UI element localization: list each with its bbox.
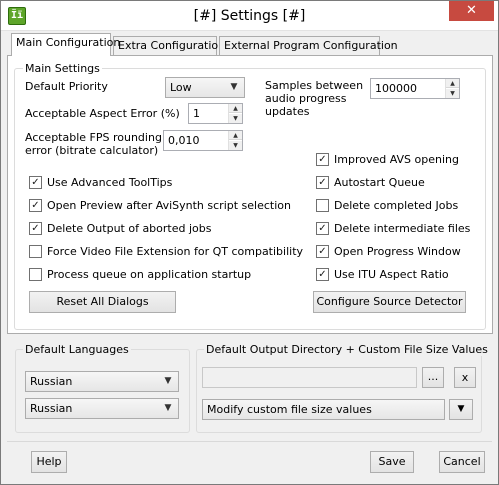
default-priority-value: Low bbox=[170, 81, 192, 94]
check-icon[interactable]: ✓ bbox=[316, 245, 329, 258]
file-size-dropdown-button[interactable]: ▼ bbox=[449, 399, 473, 420]
aspect-error-spinner-buttons: ▲ ▼ bbox=[228, 104, 242, 123]
check-icon[interactable]: ✓ bbox=[316, 222, 329, 235]
fps-rounding-spinner-buttons: ▲ ▼ bbox=[228, 131, 242, 150]
help-button[interactable]: Help bbox=[31, 451, 67, 473]
samples-spinner[interactable]: 100000 ▲ ▼ bbox=[370, 78, 460, 99]
checkbox-label: Process queue on application startup bbox=[47, 268, 252, 281]
checkbox-label: Autostart Queue bbox=[334, 176, 425, 189]
check-icon[interactable]: ✓ bbox=[29, 199, 42, 212]
check-icon[interactable]: ✓ bbox=[316, 268, 329, 281]
default-language-2-select[interactable]: Russian ▼ bbox=[25, 398, 179, 419]
custom-file-size-value: Modify custom file size values bbox=[207, 403, 372, 416]
default-language-1-value: Russian bbox=[30, 375, 73, 388]
browse-button[interactable]: ... bbox=[422, 367, 444, 388]
checkbox-label: Delete intermediate files bbox=[334, 222, 471, 235]
footer-divider bbox=[7, 441, 492, 442]
checkbox-label: Force Video File Extension for QT compat… bbox=[47, 245, 304, 258]
aspect-error-label: Acceptable Aspect Error (%) bbox=[25, 107, 180, 120]
check-icon[interactable]: ✓ bbox=[29, 222, 42, 235]
fps-rounding-label-line1: Acceptable FPS rounding bbox=[25, 131, 162, 144]
cancel-button[interactable]: Cancel bbox=[439, 451, 485, 473]
tab-extra-configuration[interactable]: Extra Configuration bbox=[113, 36, 225, 56]
samples-spinner-buttons: ▲ ▼ bbox=[445, 79, 459, 98]
clear-button[interactable]: x bbox=[454, 367, 476, 388]
chevron-down-icon: ▼ bbox=[230, 82, 238, 92]
spin-up-icon[interactable]: ▲ bbox=[229, 104, 242, 113]
check-icon[interactable]: ✓ bbox=[316, 176, 329, 189]
check-icon[interactable]: ✓ bbox=[29, 176, 42, 189]
checkbox-label: Use Advanced ToolTips bbox=[47, 176, 173, 189]
window-title: [#] Settings [#] bbox=[193, 8, 306, 24]
save-button[interactable]: Save bbox=[370, 451, 414, 473]
checkbox-label: Open Preview after AviSynth script selec… bbox=[47, 199, 291, 212]
reset-all-dialogs-button[interactable]: Reset All Dialogs bbox=[29, 291, 176, 313]
output-directory-input[interactable] bbox=[202, 367, 417, 388]
default-languages-group-title: Default Languages bbox=[23, 343, 131, 356]
spin-up-icon[interactable]: ▲ bbox=[446, 79, 459, 88]
chevron-down-icon: ▼ bbox=[457, 404, 465, 414]
fps-rounding-label-line2: error (bitrate calculator) bbox=[25, 144, 159, 157]
main-configuration-panel: Main Settings Default Priority Low ▼ Sam… bbox=[7, 55, 493, 334]
close-icon: ✕ bbox=[466, 3, 477, 18]
default-language-1-select[interactable]: Russian ▼ bbox=[25, 371, 179, 392]
settings-window: Ïï [#] Settings [#] ✕ Main Configuration… bbox=[0, 0, 499, 485]
chevron-down-icon: ▼ bbox=[164, 376, 172, 386]
aspect-error-spinner[interactable]: 1 ▲ ▼ bbox=[188, 103, 243, 124]
samples-label-line3: updates bbox=[265, 105, 310, 118]
title-bar: Ïï [#] Settings [#] ✕ bbox=[1, 1, 498, 31]
fps-rounding-spinner[interactable]: 0,010 ▲ ▼ bbox=[163, 130, 243, 151]
spin-down-icon[interactable]: ▼ bbox=[229, 114, 242, 123]
default-priority-select[interactable]: Low ▼ bbox=[165, 77, 245, 98]
close-button[interactable]: ✕ bbox=[449, 1, 494, 21]
custom-file-size-select[interactable]: Modify custom file size values bbox=[202, 399, 445, 420]
samples-label-line1: Samples between bbox=[265, 79, 364, 92]
checkbox-label: Open Progress Window bbox=[334, 245, 461, 258]
checkbox-box[interactable] bbox=[29, 245, 42, 258]
main-settings-group-title: Main Settings bbox=[23, 62, 102, 75]
tab-external-program-configuration[interactable]: External Program Configuration bbox=[219, 36, 398, 56]
checkbox-label: Improved AVS opening bbox=[334, 153, 459, 166]
spin-down-icon[interactable]: ▼ bbox=[446, 89, 459, 98]
samples-label-line2: audio progress bbox=[265, 92, 347, 105]
output-directory-group: Default Output Directory + Custom File S… bbox=[196, 343, 490, 433]
checkbox-box[interactable] bbox=[29, 268, 42, 281]
tab-main-configuration[interactable]: Main Configuration bbox=[11, 33, 120, 56]
checkbox-label: Delete completed Jobs bbox=[334, 199, 459, 212]
spin-up-icon[interactable]: ▲ bbox=[229, 131, 242, 140]
check-icon[interactable]: ✓ bbox=[316, 153, 329, 166]
configure-source-detector-button[interactable]: Configure Source Detector bbox=[313, 291, 466, 313]
chevron-down-icon: ▼ bbox=[164, 403, 172, 413]
spin-down-icon[interactable]: ▼ bbox=[229, 141, 242, 150]
fps-rounding-value: 0,010 bbox=[168, 134, 200, 147]
default-priority-label: Default Priority bbox=[25, 80, 108, 93]
samples-value: 100000 bbox=[375, 82, 417, 95]
output-directory-group-title: Default Output Directory + Custom File S… bbox=[204, 343, 490, 356]
checkbox-label: Delete Output of aborted jobs bbox=[47, 222, 212, 235]
aspect-error-value: 1 bbox=[193, 107, 200, 120]
default-language-2-value: Russian bbox=[30, 402, 73, 415]
checkbox-label: Use ITU Aspect Ratio bbox=[334, 268, 449, 281]
checkbox-box[interactable] bbox=[316, 199, 329, 212]
